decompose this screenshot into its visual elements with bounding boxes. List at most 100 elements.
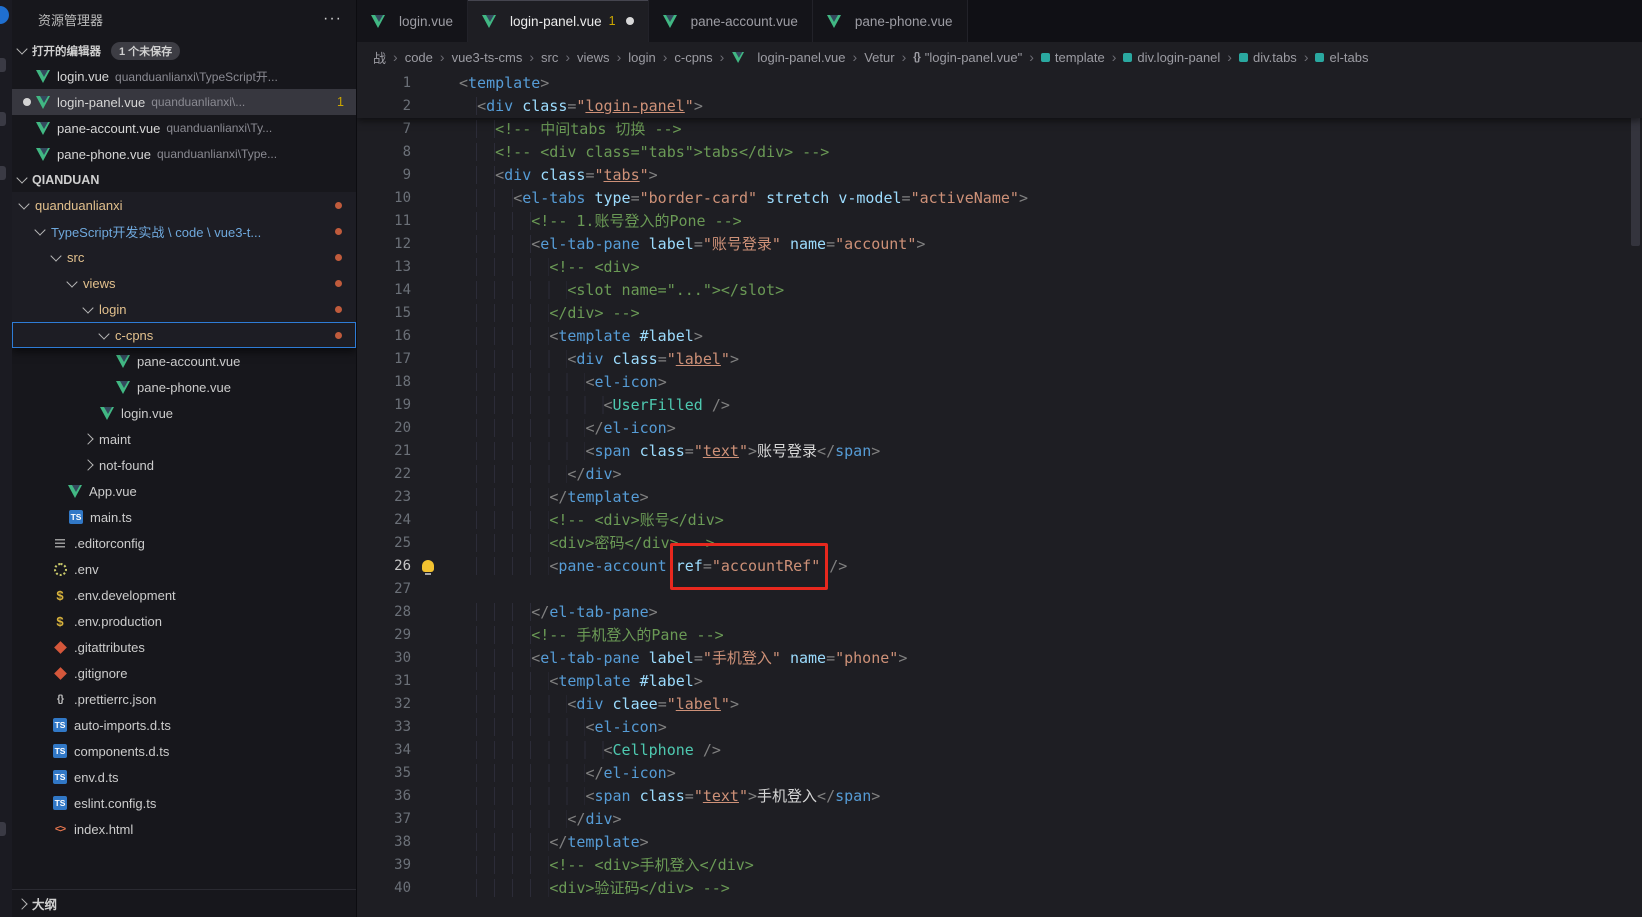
- code-line[interactable]: 33 <el-icon>: [357, 716, 1642, 739]
- tree-item-env.d.ts[interactable]: TS env.d.ts: [12, 764, 356, 790]
- tree-item-App.vue[interactable]: App.vue: [12, 478, 356, 504]
- tree-item-quanduanlianxi[interactable]: quanduanlianxi: [12, 192, 356, 218]
- tab-pane-account.vue[interactable]: pane-account.vue: [648, 0, 813, 42]
- breadcrumb-item[interactable]: div.login-panel: [1123, 50, 1220, 65]
- breadcrumb-item[interactable]: div.tabs: [1238, 50, 1297, 65]
- code-line[interactable]: 25 <div>密码</div> -->: [357, 532, 1642, 555]
- code-line[interactable]: 22 </div>: [357, 463, 1642, 486]
- code-line[interactable]: 27: [357, 578, 1642, 601]
- tree-item-.gitignore[interactable]: .gitignore: [12, 660, 356, 686]
- code-line[interactable]: 30 <el-tab-pane label="手机登入" name="phone…: [357, 647, 1642, 670]
- tree-item-eslint.config.ts[interactable]: TS eslint.config.ts: [12, 790, 356, 816]
- breadcrumb-item[interactable]: login-panel.vue: [731, 50, 846, 65]
- tree-item-views[interactable]: views: [12, 270, 356, 296]
- code-line[interactable]: 8 <!-- <div class="tabs">tabs</div> -->: [357, 141, 1642, 164]
- tree-item-components.d.ts[interactable]: TS components.d.ts: [12, 738, 356, 764]
- tree-item-.env[interactable]: .env: [12, 556, 356, 582]
- tab-login-panel.vue[interactable]: login-panel.vue 1: [468, 0, 649, 42]
- code-line[interactable]: 29 <!-- 手机登入的Pane -->: [357, 624, 1642, 647]
- tree-item-.editorconfig[interactable]: .editorconfig: [12, 530, 356, 556]
- breadcrumb-item[interactable]: el-tabs: [1315, 49, 1369, 65]
- code-line[interactable]: 15 </div> -->: [357, 302, 1642, 325]
- tree-item-login[interactable]: login: [12, 296, 356, 322]
- gutter: [415, 233, 451, 256]
- tree-item-c-cpns[interactable]: c-cpns: [12, 322, 356, 348]
- breadcrumb-item[interactable]: c-cpns: [674, 50, 712, 65]
- breadcrumb-item[interactable]: Vetur: [864, 50, 894, 65]
- breadcrumb-item[interactable]: 战: [373, 48, 386, 67]
- tab-login.vue[interactable]: login.vue: [357, 0, 469, 42]
- code-line[interactable]: 18 <el-icon>: [357, 371, 1642, 394]
- tab-pane-phone.vue[interactable]: pane-phone.vue: [812, 0, 968, 42]
- code-line[interactable]: 39 <!-- <div>手机登入</div>: [357, 854, 1642, 877]
- code-line[interactable]: 31 <template #label>: [357, 670, 1642, 693]
- tree-item-main.ts[interactable]: TS main.ts: [12, 504, 356, 530]
- open-editor-item[interactable]: pane-account.vue quanduanlianxi\Ty...: [12, 115, 356, 141]
- code-line[interactable]: 7 <!-- 中间tabs 切换 -->: [357, 118, 1642, 141]
- breadcrumb-item[interactable]: vue3-ts-cms: [452, 50, 523, 65]
- code-line[interactable]: 37 </div>: [357, 808, 1642, 831]
- code-line[interactable]: 20 </el-icon>: [357, 417, 1642, 440]
- open-editors-header[interactable]: 打开的编辑器 1 个未保存: [12, 38, 356, 63]
- breadcrumb-label: el-tabs: [1329, 49, 1369, 65]
- breadcrumb-item[interactable]: login: [628, 50, 655, 65]
- code-line[interactable]: 23 </template>: [357, 486, 1642, 509]
- code-line[interactable]: 38 </template>: [357, 831, 1642, 854]
- code-line[interactable]: 19 <UserFilled />: [357, 394, 1642, 417]
- open-editor-item[interactable]: pane-phone.vue quanduanlianxi\Type...: [12, 141, 356, 167]
- code-line[interactable]: 17 <div class="label">: [357, 348, 1642, 371]
- code-line[interactable]: 26 <pane-account ref="accountRef" />: [357, 543, 1642, 590]
- code-line[interactable]: 13 <!-- <div>: [357, 256, 1642, 279]
- breadcrumb-item[interactable]: views: [577, 50, 610, 65]
- tree-item-.env.production[interactable]: $ .env.production: [12, 608, 356, 634]
- code-line[interactable]: 28 </el-tab-pane>: [357, 601, 1642, 624]
- tree-item-maint[interactable]: maint: [12, 426, 356, 452]
- code-line[interactable]: 40 <div>验证码</div> -->: [357, 877, 1642, 900]
- project-section-header[interactable]: QIANDUAN: [12, 167, 356, 192]
- code-line[interactable]: 34 <Cellphone />: [357, 739, 1642, 762]
- git-modified-dot-icon: [335, 201, 342, 209]
- code-line[interactable]: 16 <template #label>: [357, 325, 1642, 348]
- open-editor-name: login.vue: [57, 68, 110, 84]
- tree-item-.env.development[interactable]: $ .env.development: [12, 582, 356, 608]
- tree-item-TypeScript-code-vue3-t...[interactable]: TypeScript开发实战 \ code \ vue3-t...: [12, 218, 356, 244]
- lightbulb-icon[interactable]: [422, 560, 434, 575]
- tree-item-pane-phone.vue[interactable]: pane-phone.vue: [12, 374, 356, 400]
- code-editor[interactable]: 1 <template> 2 <div class="login-panel"> 7…: [357, 72, 1642, 917]
- code-line[interactable]: 36 <span class="text">手机登入</span>: [357, 785, 1642, 808]
- activity-bar-icon-partial[interactable]: [0, 822, 6, 836]
- outline-section-header[interactable]: 大纲: [12, 889, 356, 917]
- code-line[interactable]: 14 <slot name="..."></slot>: [357, 279, 1642, 302]
- tree-item-.gitattributes[interactable]: .gitattributes: [12, 634, 356, 660]
- breadcrumb-item[interactable]: code: [405, 50, 433, 65]
- tree-item-label: .gitignore: [74, 665, 128, 681]
- tree-item-login.vue[interactable]: login.vue: [12, 400, 356, 426]
- open-editor-item[interactable]: login-panel.vue quanduanlianxi\... 1: [12, 89, 356, 115]
- tree-item-.prettierrc.json[interactable]: {} .prettierrc.json: [12, 686, 356, 712]
- tree-item-pane-account.vue[interactable]: pane-account.vue: [12, 348, 356, 374]
- activity-bar-icon-partial[interactable]: [0, 166, 6, 180]
- open-editor-item[interactable]: login.vue quanduanlianxi\TypeScript开...: [12, 63, 356, 89]
- code-line[interactable]: 1 <template>: [357, 72, 1642, 95]
- more-actions-icon[interactable]: ···: [323, 10, 342, 28]
- tree-item-auto-imports.d.ts[interactable]: TS auto-imports.d.ts: [12, 712, 356, 738]
- tree-item-src[interactable]: src: [12, 244, 356, 270]
- activity-bar-icon-partial[interactable]: [0, 112, 6, 126]
- code-line[interactable]: 35 </el-icon>: [357, 762, 1642, 785]
- code-line[interactable]: 12 <el-tab-pane label="账号登录" name="accou…: [357, 233, 1642, 256]
- breadcrumb-item[interactable]: src: [541, 50, 558, 65]
- tree-item-not-found[interactable]: not-found: [12, 452, 356, 478]
- breadcrumb-item[interactable]: template: [1040, 50, 1105, 65]
- code-line[interactable]: 24 <!-- <div>账号</div>: [357, 509, 1642, 532]
- code-text: <template #label>: [451, 670, 1642, 693]
- code-line[interactable]: 2 <div class="login-panel">: [357, 95, 1642, 118]
- code-line[interactable]: 32 <div claee="label">: [357, 693, 1642, 716]
- activity-bar-icon-partial[interactable]: [0, 58, 6, 72]
- breadcrumb-item[interactable]: {} "login-panel.vue": [913, 50, 1022, 65]
- code-line[interactable]: 21 <span class="text">账号登录</span>: [357, 440, 1642, 463]
- code-line[interactable]: 11 <!-- 1.账号登入的Pone -->: [357, 210, 1642, 233]
- code-line[interactable]: 9 <div class="tabs">: [357, 164, 1642, 187]
- tree-item-index.html[interactable]: <> index.html: [12, 816, 356, 842]
- code-line[interactable]: 10 <el-tabs type="border-card" stretch v…: [357, 187, 1642, 210]
- activity-bar-icon-partial[interactable]: [0, 6, 9, 24]
